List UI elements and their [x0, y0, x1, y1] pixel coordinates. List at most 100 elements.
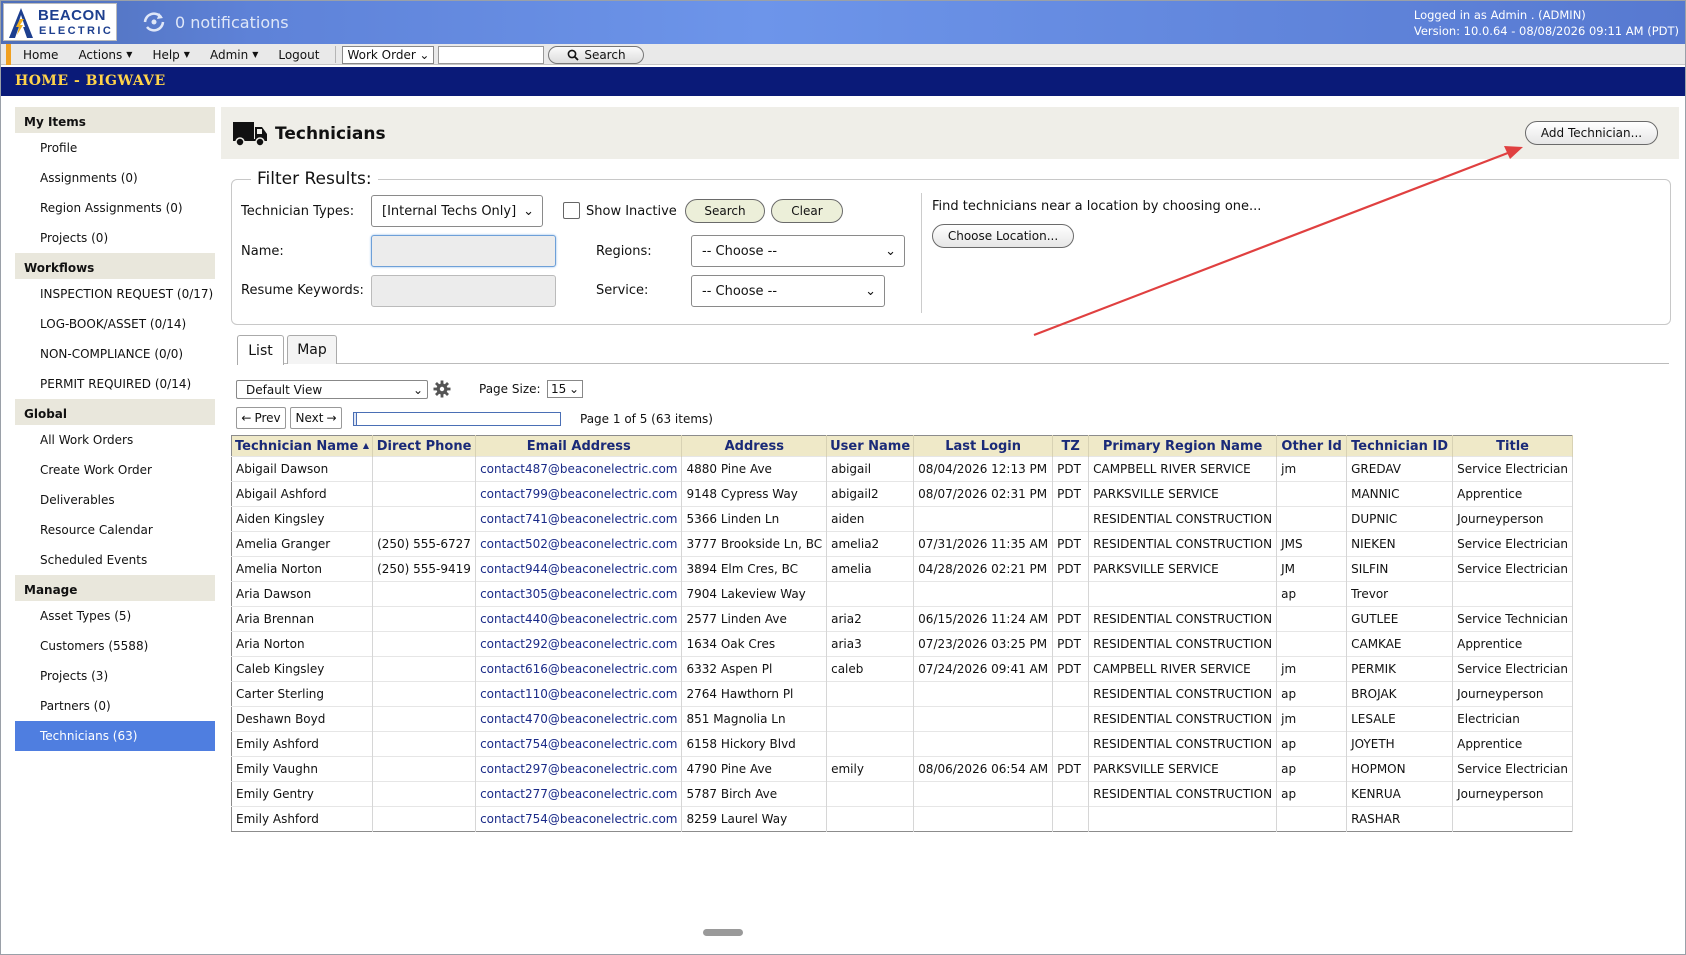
table-cell: jm: [1276, 456, 1348, 482]
table-cell[interactable]: contact440@beaconelectric.com: [475, 606, 683, 632]
table-cell: [1052, 506, 1090, 532]
table-row[interactable]: Aria Norton contact292@beaconelectric.com…: [231, 631, 1574, 657]
col-primary-region[interactable]: Primary Region Name: [1088, 435, 1278, 457]
table-cell[interactable]: contact305@beaconelectric.com: [475, 581, 683, 607]
col-technician-name[interactable]: Technician Name ▲: [231, 435, 374, 457]
choose-location-button[interactable]: Choose Location...: [932, 224, 1074, 248]
table-cell: Amelia Granger: [231, 531, 374, 557]
sidebar-item-inspection-request[interactable]: INSPECTION REQUEST (0/17): [15, 279, 215, 309]
sidebar-item-customers[interactable]: Customers (5588): [15, 631, 215, 661]
sidebar-section-manage: Manage: [15, 575, 215, 601]
next-page-button[interactable]: Next →: [290, 407, 342, 429]
sidebar-item-asset-types[interactable]: Asset Types (5): [15, 601, 215, 631]
notifications-indicator[interactable]: 0 notifications: [141, 11, 289, 33]
col-technician-id[interactable]: Technician ID: [1346, 435, 1454, 457]
table-cell[interactable]: contact741@beaconelectric.com: [475, 506, 683, 532]
table-cell[interactable]: contact470@beaconelectric.com: [475, 706, 683, 732]
sidebar-item-assignments[interactable]: Assignments (0): [15, 163, 215, 193]
sidebar-item-technicians[interactable]: Technicians (63): [15, 721, 215, 751]
tab-map[interactable]: Map: [287, 335, 337, 364]
table-row[interactable]: Abigail Ashford contact799@beaconelectric…: [231, 481, 1574, 507]
col-last-login[interactable]: Last Login: [913, 435, 1054, 457]
sidebar-item-create-work-order[interactable]: Create Work Order: [15, 455, 215, 485]
table-cell: [372, 606, 477, 632]
col-label: Technician Name: [235, 438, 359, 454]
sidebar-item-log-book-asset[interactable]: LOG-BOOK/ASSET (0/14): [15, 309, 215, 339]
filter-search-button[interactable]: Search: [685, 199, 765, 223]
menu-actions[interactable]: Actions ▼: [68, 44, 142, 65]
table-cell[interactable]: contact292@beaconelectric.com: [475, 631, 683, 657]
name-input[interactable]: [371, 235, 556, 267]
col-email-address[interactable]: Email Address: [475, 435, 683, 457]
menu-help[interactable]: Help ▼: [142, 44, 200, 65]
page-size-select[interactable]: 15 ⌄: [547, 380, 583, 398]
col-address[interactable]: Address: [681, 435, 828, 457]
table-cell[interactable]: contact487@beaconelectric.com: [475, 456, 683, 482]
quick-search-input[interactable]: [438, 45, 545, 64]
table-cell[interactable]: contact616@beaconelectric.com: [475, 656, 683, 682]
table-row[interactable]: Emily Ashford contact754@beaconelectric.c…: [231, 731, 1574, 757]
table-row[interactable]: Amelia Norton (250) 555-9419 contact944@be…: [231, 556, 1574, 582]
table-row[interactable]: Emily Vaughn contact297@beaconelectric.co…: [231, 756, 1574, 782]
filter-clear-button[interactable]: Clear: [771, 199, 843, 223]
table-cell[interactable]: contact944@beaconelectric.com: [475, 556, 683, 582]
table-cell[interactable]: contact754@beaconelectric.com: [475, 731, 683, 757]
sidebar-item-partners[interactable]: Partners (0): [15, 691, 215, 721]
logo-text-line2: ELECTRIC: [39, 25, 114, 37]
menu-admin[interactable]: Admin ▼: [200, 44, 268, 65]
table-cell[interactable]: contact754@beaconelectric.com: [475, 806, 683, 832]
table-row[interactable]: Amelia Granger (250) 555-6727 contact502@b…: [231, 531, 1574, 557]
table-row[interactable]: Aria Dawson contact305@beaconelectric.com…: [231, 581, 1574, 607]
table-row[interactable]: Emily Ashford contact754@beaconelectric.c…: [231, 806, 1574, 832]
quick-search-button[interactable]: Search: [548, 45, 645, 64]
table-cell[interactable]: contact502@beaconelectric.com: [475, 531, 683, 557]
sidebar-item-profile[interactable]: Profile: [15, 133, 215, 163]
page-progress-bar[interactable]: [353, 412, 561, 426]
sidebar-item-scheduled-events[interactable]: Scheduled Events: [15, 545, 215, 575]
tab-list[interactable]: List: [237, 335, 284, 365]
table-row[interactable]: Aria Brennan contact440@beaconelectric.co…: [231, 606, 1574, 632]
table-row[interactable]: Deshawn Boyd contact470@beaconelectric.co…: [231, 706, 1574, 732]
resize-handle[interactable]: [703, 929, 743, 936]
sidebar-item-permit-required[interactable]: PERMIT REQUIRED (0/14): [15, 369, 215, 399]
menu-logout[interactable]: Logout: [268, 44, 329, 65]
col-direct-phone[interactable]: Direct Phone: [372, 435, 477, 457]
table-cell[interactable]: contact277@beaconelectric.com: [475, 781, 683, 807]
col-user-name[interactable]: User Name: [826, 435, 915, 457]
sidebar-item-region-assignments[interactable]: Region Assignments (0): [15, 193, 215, 223]
table-cell: 08/04/2026 12:13 PM: [913, 456, 1054, 482]
search-type-select[interactable]: Work Order ⌄: [342, 45, 435, 64]
view-select[interactable]: Default View ⌄: [236, 380, 428, 399]
col-tz[interactable]: TZ: [1052, 435, 1090, 457]
table-row[interactable]: Caleb Kingsley contact616@beaconelectric.…: [231, 656, 1574, 682]
menu-home[interactable]: Home: [13, 44, 68, 65]
table-cell[interactable]: contact297@beaconelectric.com: [475, 756, 683, 782]
table-cell[interactable]: contact799@beaconelectric.com: [475, 481, 683, 507]
table-row[interactable]: Emily Gentry contact277@beaconelectric.co…: [231, 781, 1574, 807]
sidebar-item-deliverables[interactable]: Deliverables: [15, 485, 215, 515]
sidebar-item-resource-calendar[interactable]: Resource Calendar: [15, 515, 215, 545]
sidebar-item-projects[interactable]: Projects (3): [15, 661, 215, 691]
col-title[interactable]: Title: [1452, 435, 1574, 457]
add-technician-button[interactable]: Add Technician...: [1525, 121, 1658, 145]
search-type-value: Work Order: [347, 47, 416, 62]
col-other-id[interactable]: Other Id: [1276, 435, 1348, 457]
prev-page-button[interactable]: ← Prev: [236, 407, 286, 429]
table-cell: [1276, 631, 1348, 657]
sidebar-item-all-work-orders[interactable]: All Work Orders: [15, 425, 215, 455]
table-cell[interactable]: contact110@beaconelectric.com: [475, 681, 683, 707]
table-row[interactable]: Aiden Kingsley contact741@beaconelectric.…: [231, 506, 1574, 532]
sidebar-item-my-projects[interactable]: Projects (0): [15, 223, 215, 253]
sidebar-item-non-compliance[interactable]: NON-COMPLIANCE (0/0): [15, 339, 215, 369]
technician-types-select[interactable]: [Internal Techs Only] ⌄: [371, 195, 543, 227]
table-row[interactable]: Abigail Dawson contact487@beaconelectric.…: [231, 456, 1574, 482]
resume-keywords-input[interactable]: [371, 275, 556, 307]
company-logo[interactable]: BEACON ELECTRIC: [3, 3, 117, 41]
caret-down-icon: ▼: [126, 50, 133, 59]
gear-icon[interactable]: [433, 380, 451, 398]
show-inactive-checkbox[interactable]: [563, 202, 580, 219]
table-cell: (250) 555-9419: [372, 556, 477, 582]
service-select[interactable]: -- Choose -- ⌄: [691, 275, 885, 307]
regions-select[interactable]: -- Choose -- ⌄: [691, 235, 905, 267]
table-row[interactable]: Carter Sterling contact110@beaconelectric…: [231, 681, 1574, 707]
